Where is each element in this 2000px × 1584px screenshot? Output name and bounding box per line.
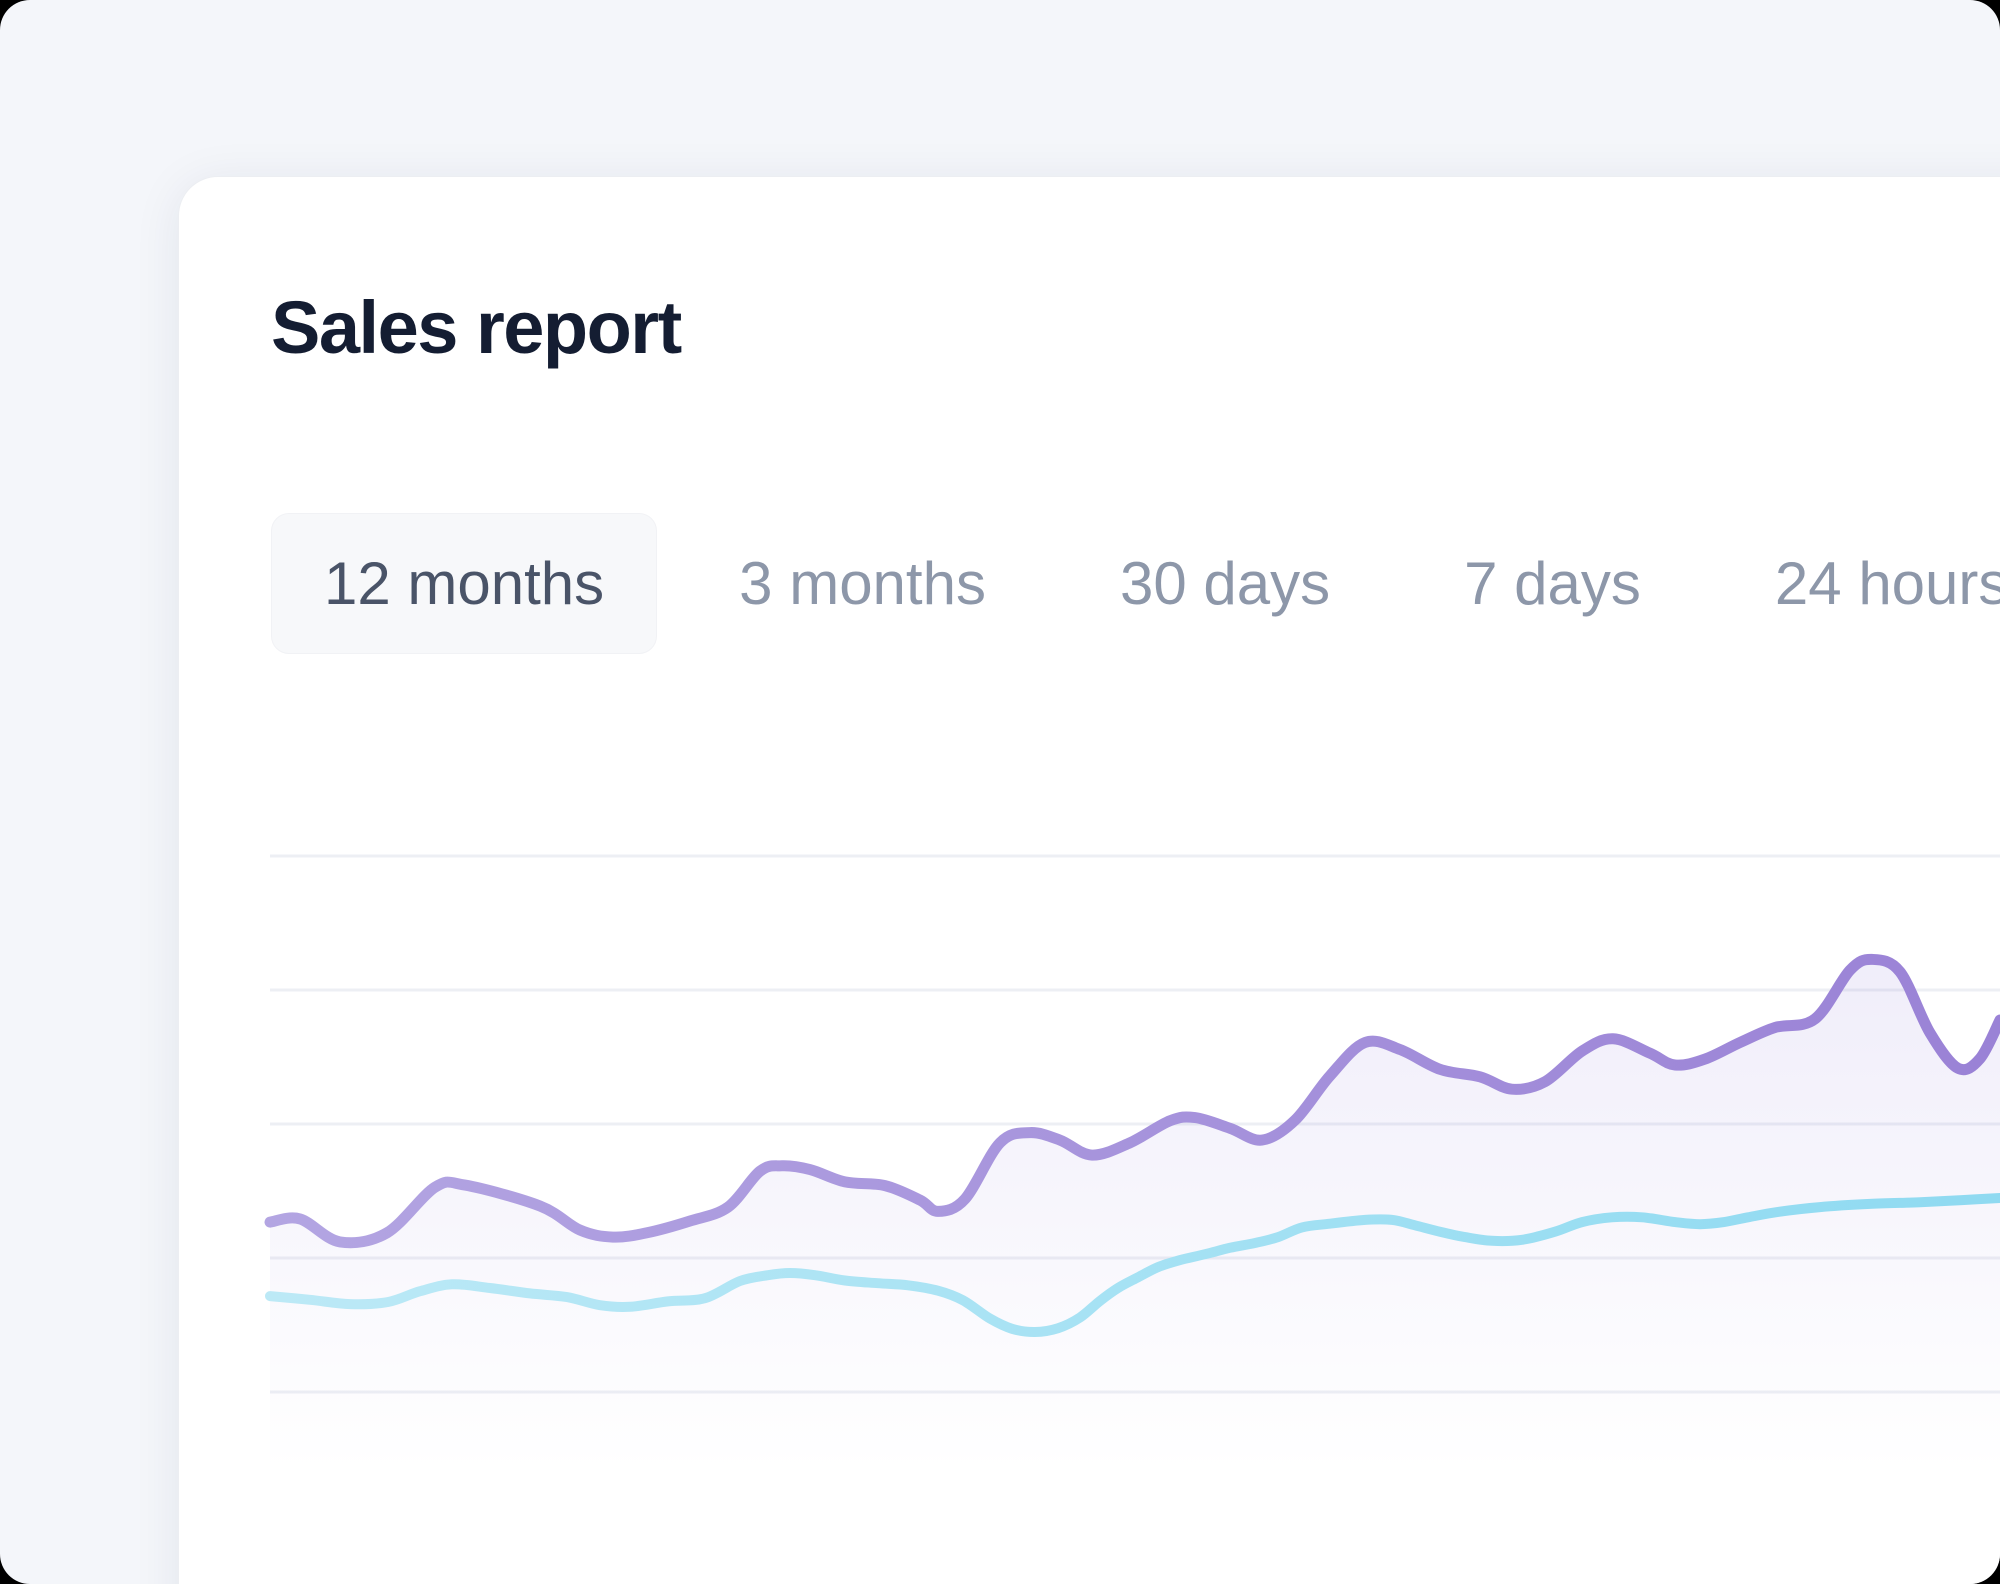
tab-7-days[interactable]: 7 days — [1412, 513, 1693, 654]
tab-12-months[interactable]: 12 months — [271, 513, 657, 654]
tab-3-months[interactable]: 3 months — [687, 513, 1038, 654]
page-title: Sales report — [271, 285, 681, 370]
sales-report-card: Sales report 12 months 3 months 30 days … — [178, 176, 2000, 1584]
time-range-tabs: 12 months 3 months 30 days 7 days 24 hou… — [271, 513, 2000, 654]
tab-30-days[interactable]: 30 days — [1068, 513, 1382, 654]
tab-24-hours[interactable]: 24 hours — [1723, 513, 2000, 654]
screenshot-canvas: Sales report 12 months 3 months 30 days … — [0, 0, 2000, 1584]
